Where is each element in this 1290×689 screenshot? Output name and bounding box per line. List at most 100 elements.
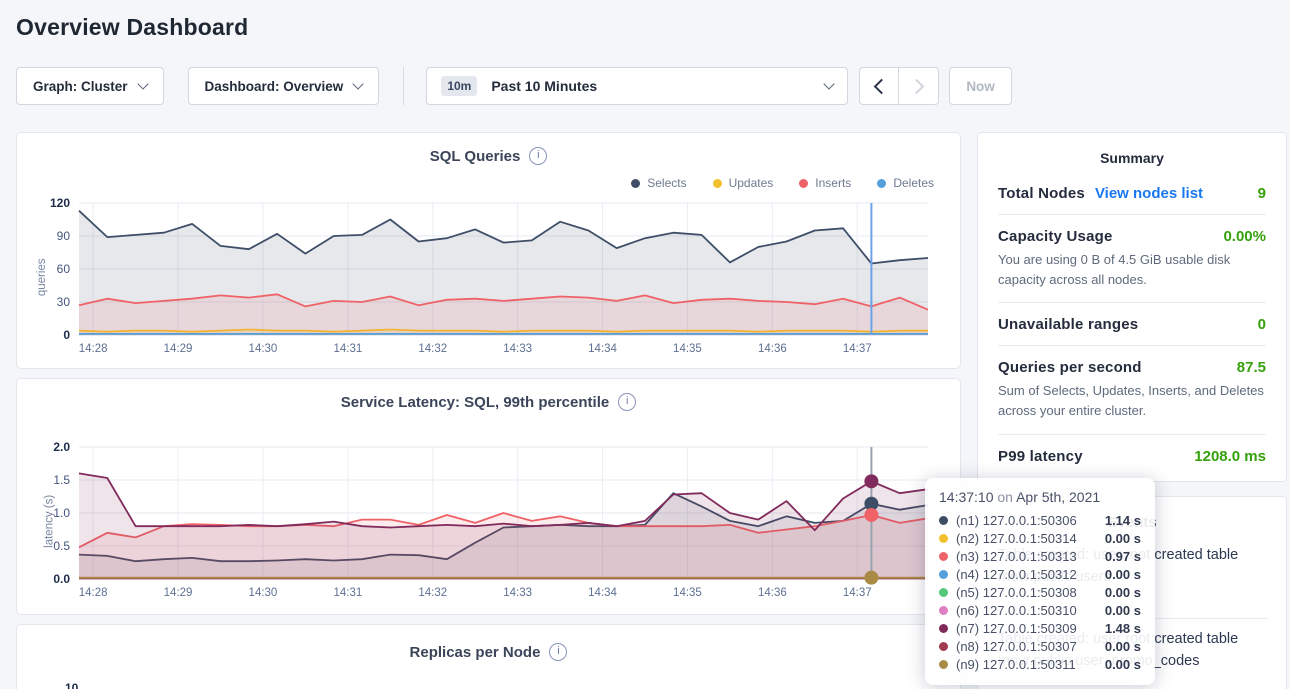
tooltip-row: (n9) 127.0.0.1:503110.00 s (939, 655, 1141, 673)
total-nodes-label: Total Nodes (998, 185, 1085, 202)
svg-text:14:36: 14:36 (758, 587, 787, 599)
tooltip-node-label: (n3) 127.0.0.1:50313 (956, 549, 1077, 564)
tooltip-node-label: (n8) 127.0.0.1:50307 (956, 639, 1077, 654)
tooltip-row: (n8) 127.0.0.1:50307 0.00 s (939, 637, 1141, 655)
node-color-dot (939, 552, 948, 561)
queries-per-second-stat: Queries per second 87.5 Sum of Selects, … (998, 346, 1266, 434)
svg-text:14:34: 14:34 (588, 587, 617, 599)
tooltip-node-label: (n4) 127.0.0.1:50312 (956, 567, 1077, 582)
total-nodes-value: 9 (1258, 185, 1266, 202)
tooltip-node-value: 0.00 s (1105, 531, 1141, 546)
time-range-badge: 10m (441, 76, 477, 96)
now-button[interactable]: Now (949, 67, 1012, 105)
service-latency-chart[interactable]: 0.00.51.01.52.014:2814:2914:3014:3114:32… (31, 437, 936, 609)
latency-y-axis-label: latency (s) (44, 495, 56, 548)
service-latency-title: Service Latency: SQL, 99th percentile i (17, 393, 960, 411)
svg-text:14:29: 14:29 (164, 587, 193, 599)
legend-label: Updates (729, 176, 774, 190)
svg-text:120: 120 (50, 196, 70, 210)
tooltip-node-label: (n1) 127.0.0.1:50306 (956, 513, 1077, 528)
replicas-y-tick: 10 (65, 681, 78, 689)
page-title: Overview Dashboard (16, 14, 1290, 41)
tooltip-row: (n6) 127.0.0.1:503100.00 s (939, 601, 1141, 619)
controls-row: Graph: Cluster Dashboard: Overview 10m P… (16, 67, 1274, 105)
tooltip-node-value: 0.00 s (1105, 639, 1141, 654)
svg-text:14:33: 14:33 (503, 587, 532, 599)
sql-legend: Selects Updates Inserts Deletes (17, 175, 934, 191)
graph-scope-dropdown[interactable]: Graph: Cluster (16, 67, 164, 105)
tooltip-node-value: 0.00 s (1105, 567, 1141, 582)
spacer (17, 411, 960, 435)
info-icon[interactable]: i (549, 643, 567, 661)
capacity-usage-value: 0.00% (1223, 228, 1266, 245)
tooltip-node-value: 1.48 s (1105, 621, 1141, 636)
time-prev-button[interactable] (859, 67, 899, 105)
svg-text:30: 30 (57, 295, 71, 309)
svg-text:14:35: 14:35 (673, 587, 702, 599)
svg-text:14:35: 14:35 (673, 343, 702, 355)
chevron-left-icon (874, 78, 890, 94)
legend-dot (799, 179, 808, 188)
svg-text:14:37: 14:37 (843, 343, 872, 355)
svg-text:14:30: 14:30 (249, 587, 278, 599)
sql-queries-chart[interactable]: 030609012014:2814:2914:3014:3114:3214:33… (31, 193, 936, 365)
svg-text:90: 90 (57, 229, 71, 243)
p99-latency-value: 1208.0 ms (1194, 448, 1266, 465)
info-icon[interactable]: i (618, 393, 636, 411)
svg-text:14:29: 14:29 (164, 343, 193, 355)
p99-latency-stat: P99 latency 1208.0 ms (998, 435, 1266, 477)
node-color-dot (939, 606, 948, 615)
svg-text:14:34: 14:34 (588, 343, 617, 355)
unavailable-ranges-stat: Unavailable ranges 0 (998, 303, 1266, 346)
overview-dashboard-page: Overview Dashboard Graph: Cluster Dashbo… (0, 0, 1290, 689)
view-nodes-list-link[interactable]: View nodes list (1095, 185, 1203, 202)
chevron-down-icon (137, 78, 148, 89)
time-range-dropdown[interactable]: 10m Past 10 Minutes (426, 67, 848, 105)
tooltip-node-label: (n2) 127.0.0.1:50314 (956, 531, 1077, 546)
svg-text:14:32: 14:32 (418, 587, 447, 599)
info-icon[interactable]: i (529, 147, 547, 165)
svg-text:14:31: 14:31 (333, 343, 362, 355)
legend-dot (877, 179, 886, 188)
capacity-usage-label: Capacity Usage (998, 228, 1113, 245)
time-nav-group (859, 67, 939, 105)
legend-item-selects[interactable]: Selects (631, 176, 686, 190)
svg-text:0.5: 0.5 (53, 539, 70, 553)
node-color-dot (939, 642, 948, 651)
chevron-right-icon (909, 78, 925, 94)
tooltip-node-value: 0.97 s (1105, 549, 1141, 564)
svg-text:14:31: 14:31 (333, 587, 362, 599)
node-color-dot (939, 570, 948, 579)
queries-per-second-value: 87.5 (1237, 359, 1266, 376)
svg-text:14:36: 14:36 (758, 343, 787, 355)
svg-text:14:28: 14:28 (79, 343, 108, 355)
tooltip-node-label: (n5) 127.0.0.1:50308 (956, 585, 1077, 600)
node-color-dot (939, 624, 948, 633)
svg-text:2.0: 2.0 (53, 440, 70, 454)
capacity-usage-stat: Capacity Usage 0.00% You are using 0 B o… (998, 215, 1266, 303)
graph-scope-label: Graph: Cluster (33, 79, 128, 94)
replicas-title: Replicas per Node i (17, 643, 960, 661)
chevron-down-icon (353, 78, 364, 89)
tooltip-row: (n7) 127.0.0.1:503091.48 s (939, 619, 1141, 637)
svg-text:14:37: 14:37 (843, 587, 872, 599)
svg-text:14:33: 14:33 (503, 343, 532, 355)
dashboard-dropdown[interactable]: Dashboard: Overview (188, 67, 380, 105)
time-next-button[interactable] (899, 67, 939, 105)
total-nodes-stat: Total Nodes View nodes list 9 (998, 172, 1266, 215)
tooltip-row: (n1) 127.0.0.1:503061.14 s (939, 511, 1141, 529)
controls-divider (403, 67, 404, 105)
capacity-usage-desc: You are using 0 B of 4.5 GiB usable disk… (998, 250, 1266, 290)
legend-item-updates[interactable]: Updates (713, 176, 774, 190)
sql-queries-card: SQL Queries i SelectsUpdatesInsertsDelet… (16, 132, 961, 369)
service-latency-card: Service Latency: SQL, 99th percentile i … (16, 378, 961, 615)
legend-label: Inserts (815, 176, 851, 190)
queries-per-second-desc: Sum of Selects, Updates, Inserts, and De… (998, 381, 1266, 421)
tooltip-row: (n5) 127.0.0.1:50308 0.00 s (939, 583, 1141, 601)
legend-label: Deletes (893, 176, 934, 190)
tooltip-node-value: 0.00 s (1105, 585, 1141, 600)
legend-item-inserts[interactable]: Inserts (799, 176, 851, 190)
svg-text:14:28: 14:28 (79, 587, 108, 599)
legend-item-deletes[interactable]: Deletes (877, 176, 934, 190)
replicas-per-node-card: Replicas per Node i 10 (16, 624, 961, 689)
